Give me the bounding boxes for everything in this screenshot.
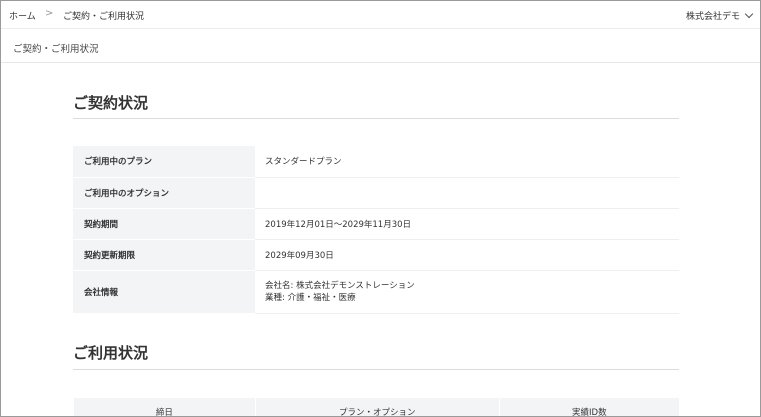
company-name: 株式会社デモ bbox=[685, 12, 740, 22]
breadcrumb-separator: > bbox=[45, 8, 54, 19]
row-value: 2029年09月30日 bbox=[255, 239, 679, 271]
row-value: スタンダードプラン bbox=[255, 146, 679, 178]
row-label: 契約期間 bbox=[73, 208, 255, 240]
column-header-closing-date: 締日 bbox=[73, 398, 256, 416]
breadcrumb-current: ご契約・ご利用状況 bbox=[63, 12, 145, 22]
company-menu[interactable]: 株式会社デモ bbox=[685, 9, 754, 22]
contract-section-title: ご契約状況 bbox=[73, 94, 149, 112]
app-window: ホーム > ご契約・ご利用状況 株式会社デモ ご契約・ご利用状況 ご契約状況 ご… bbox=[0, 0, 761, 417]
chevron-down-icon bbox=[744, 9, 754, 19]
company-name-line: 会社名: 株式会社デモンストレーション bbox=[265, 280, 415, 291]
table-row: ご利用中のプラン スタンダードプラン bbox=[73, 146, 679, 178]
table-row: 契約期間 2019年12月01日～2029年11月30日 bbox=[73, 208, 679, 240]
row-label: ご利用中のプラン bbox=[73, 146, 255, 178]
table-row: 契約更新期限 2029年09月30日 bbox=[73, 239, 679, 271]
row-value bbox=[255, 177, 679, 209]
row-value: 会社名: 株式会社デモンストレーション 業種: 介護・福祉・医療 bbox=[255, 270, 679, 314]
row-value: 2019年12月01日～2029年11月30日 bbox=[255, 208, 679, 240]
breadcrumb-home-link[interactable]: ホーム bbox=[9, 9, 36, 22]
row-label: 会社情報 bbox=[73, 270, 255, 314]
contract-table: ご利用中のプラン スタンダードプラン ご利用中のオプション 契約期間 2019年… bbox=[73, 146, 679, 314]
row-label: ご利用中のオプション bbox=[73, 177, 255, 209]
main-content: ご契約状況 ご利用中のプラン スタンダードプラン ご利用中のオプション 契約期間… bbox=[1, 64, 760, 416]
table-row: 会社情報 会社名: 株式会社デモンストレーション 業種: 介護・福祉・医療 bbox=[73, 270, 679, 314]
usage-section-title: ご利用状況 bbox=[73, 344, 149, 362]
column-header-id-count: 実績ID数 bbox=[498, 398, 679, 416]
table-row: ご利用中のオプション bbox=[73, 177, 679, 209]
industry-line: 業種: 介護・福祉・医療 bbox=[265, 292, 356, 303]
usage-section-divider bbox=[73, 369, 679, 370]
page-title-bar: ご契約・ご利用状況 bbox=[1, 30, 760, 63]
row-label: 契約更新期限 bbox=[73, 239, 255, 271]
contract-section-divider bbox=[73, 118, 679, 119]
column-header-plan-option: プラン・オプション bbox=[254, 398, 500, 416]
usage-table: 締日 プラン・オプション 実績ID数 bbox=[73, 398, 679, 416]
top-bar: ホーム > ご契約・ご利用状況 株式会社デモ bbox=[1, 1, 760, 29]
page-title: ご契約・ご利用状況 bbox=[13, 44, 99, 55]
table-header-row: 締日 プラン・オプション 実績ID数 bbox=[73, 398, 679, 416]
